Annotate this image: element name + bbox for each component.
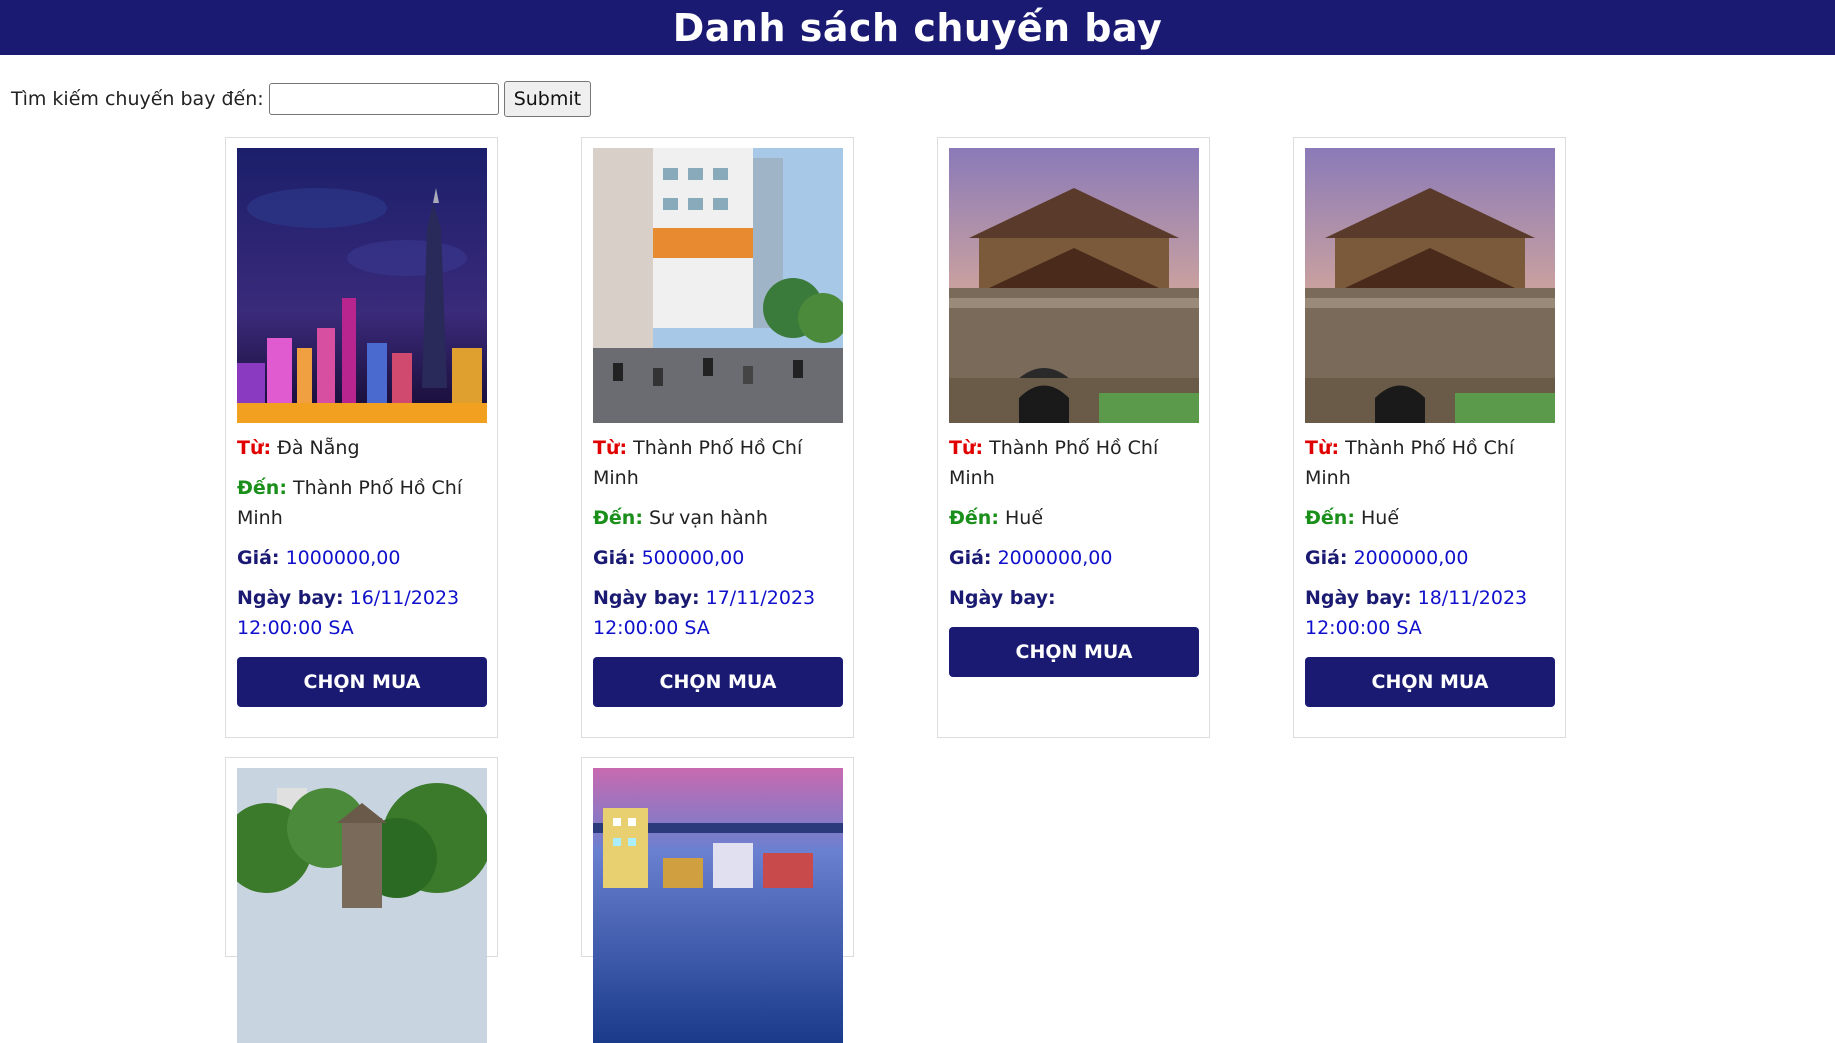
- from-label: Từ:: [1305, 437, 1340, 459]
- buy-button[interactable]: CHỌN MUA: [237, 657, 487, 707]
- price-label: Giá:: [237, 547, 280, 569]
- page-header: Danh sách chuyến bay: [0, 0, 1835, 55]
- price-value: 1000000,00: [285, 547, 401, 569]
- price-label: Giá:: [949, 547, 992, 569]
- flight-card: [225, 757, 498, 1043]
- to-label: Đến:: [237, 477, 287, 499]
- price-label: Giá:: [593, 547, 636, 569]
- flight-card: [581, 757, 854, 1043]
- to-label: Đến:: [593, 507, 643, 529]
- buy-button[interactable]: CHỌN MUA: [1305, 657, 1555, 707]
- flight-card: Từ: Đà Nẵng Đến: Thành Phố Hồ Chí Minh G…: [225, 137, 498, 738]
- date-label: Ngày bay:: [237, 587, 344, 609]
- destination-photo: [237, 768, 487, 1043]
- buy-button[interactable]: CHỌN MUA: [949, 627, 1199, 677]
- search-bar: Tìm kiếm chuyến bay đến: Submit: [11, 81, 592, 117]
- page-title: Danh sách chuyến bay: [672, 5, 1163, 50]
- flight-card: Từ: Thành Phố Hồ Chí Minh Đến: Sư vạn hà…: [581, 137, 854, 738]
- date-label: Ngày bay:: [949, 587, 1056, 609]
- flight-card: Từ: Thành Phố Hồ Chí Minh Đến: Huế Giá: …: [1293, 137, 1566, 738]
- date-label: Ngày bay:: [1305, 587, 1412, 609]
- price-label: Giá:: [1305, 547, 1348, 569]
- search-input[interactable]: [268, 83, 499, 115]
- date-label: Ngày bay:: [593, 587, 700, 609]
- flight-card: Từ: Thành Phố Hồ Chí Minh Đến: Huế Giá: …: [937, 137, 1210, 738]
- destination-photo: [237, 148, 487, 423]
- from-label: Từ:: [949, 437, 984, 459]
- price-value: 500000,00: [641, 547, 745, 569]
- price-value: 2000000,00: [997, 547, 1113, 569]
- to-label: Đến:: [949, 507, 999, 529]
- destination-photo: [593, 768, 843, 1043]
- price-value: 2000000,00: [1353, 547, 1469, 569]
- to-value: Huế: [1360, 507, 1400, 529]
- to-value: Sư vạn hành: [648, 507, 768, 529]
- buy-button[interactable]: CHỌN MUA: [593, 657, 843, 707]
- from-label: Từ:: [593, 437, 628, 459]
- from-value: Đà Nẵng: [277, 437, 360, 459]
- destination-photo: [593, 148, 843, 423]
- to-value: Huế: [1004, 507, 1044, 529]
- from-label: Từ:: [237, 437, 272, 459]
- submit-button[interactable]: Submit: [503, 81, 592, 117]
- destination-photo: [1305, 148, 1555, 423]
- search-label: Tìm kiếm chuyến bay đến:: [11, 88, 264, 110]
- to-label: Đến:: [1305, 507, 1355, 529]
- destination-photo: [949, 148, 1199, 423]
